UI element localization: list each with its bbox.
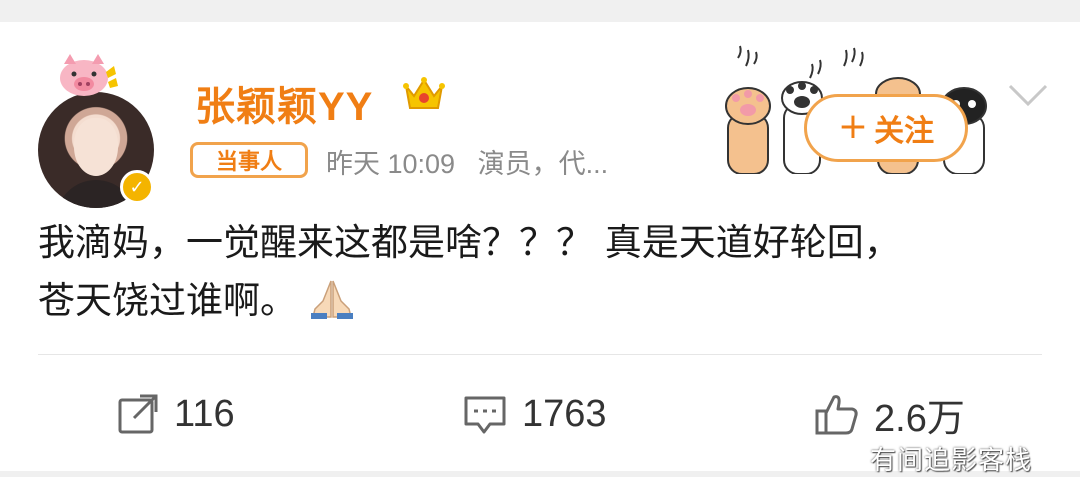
verified-badge-icon: ✓	[120, 170, 154, 204]
chevron-down-icon[interactable]	[1006, 78, 1050, 110]
avatar-face	[74, 118, 118, 176]
comment-count: 1763	[522, 392, 607, 435]
follow-button[interactable]: + 关注	[804, 94, 968, 162]
user-avatar[interactable]: ✓	[38, 52, 154, 208]
plus-icon: +	[837, 105, 869, 147]
pray-emoji	[310, 280, 353, 319]
post-meta: 昨天 10:09 演员，代...	[326, 142, 608, 181]
post-line-1: 我滴妈，一觉醒来这都是啥？？？ 真是天道好轮回，	[38, 221, 901, 264]
post-content: 我滴妈，一觉醒来这都是啥？？？ 真是天道好轮回， 苍天饶过谁啊。	[38, 214, 1048, 330]
post-time: 昨天 10:09	[326, 149, 456, 179]
crown-icon	[403, 77, 445, 109]
involved-party-tag: 当事人	[190, 142, 308, 178]
post-line-2: 苍天饶过谁啊。	[38, 279, 297, 322]
post-line-2-wrap: 苍天饶过谁啊。	[38, 272, 1048, 330]
repost-button[interactable]: 116	[116, 386, 235, 442]
follow-button-label: 关注	[874, 114, 935, 149]
comment-button[interactable]: 1763	[462, 386, 607, 442]
comment-icon	[464, 396, 506, 434]
watermark: 有间追影客栈	[870, 446, 1033, 476]
like-count: 2.6万	[874, 397, 965, 440]
like-button[interactable]: 2.6万	[814, 386, 965, 442]
pig-avatar-decoration	[60, 54, 118, 96]
divider	[38, 354, 1042, 355]
repost-icon	[118, 394, 158, 434]
thumbs-up-icon	[815, 395, 858, 435]
username[interactable]: 张颖颖YY	[195, 74, 373, 132]
user-bio-snippet: 演员，代...	[477, 149, 609, 179]
weibo-post-card: ✓ 张颖颖YY 当事人 昨天 10:09 演员，代... + 关注 我滴妈，一觉…	[0, 22, 1080, 476]
repost-count: 116	[174, 392, 235, 435]
